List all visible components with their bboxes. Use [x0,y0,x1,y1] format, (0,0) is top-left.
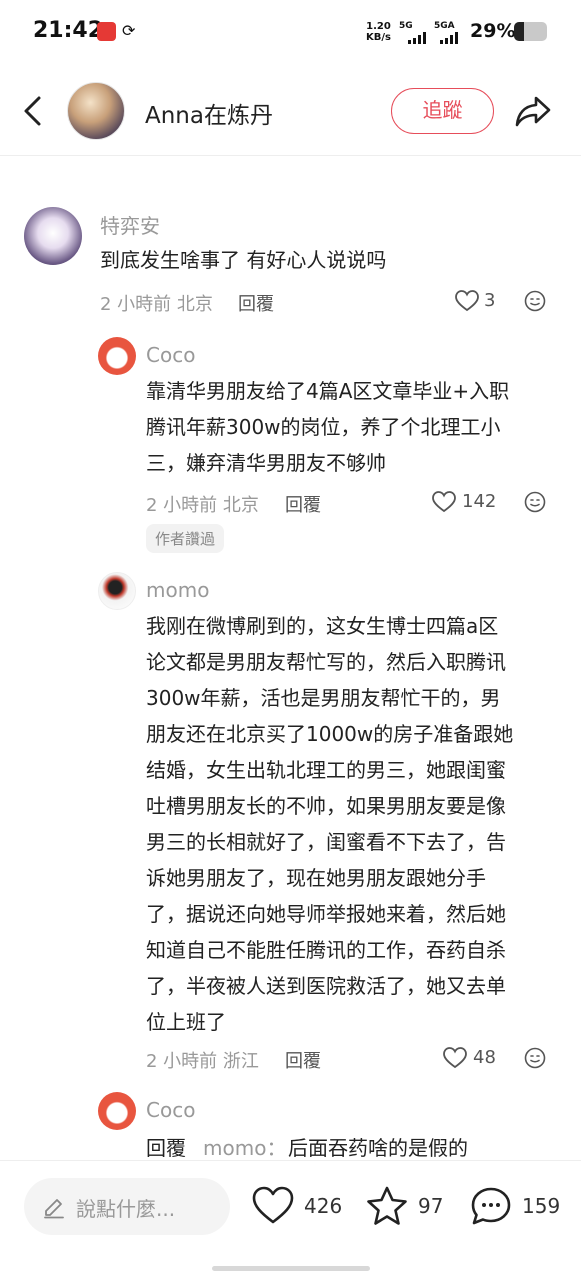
status-bar: 21:42 ⟳ 1.20 KB/s 5G 5GA 29% [0,0,581,66]
heart-icon [252,1186,294,1224]
comment-time-location: 2 小時前 浙江 [146,1051,259,1072]
comment-input[interactable]: 說點什麼... [24,1178,230,1235]
battery-percent: 29% [470,20,516,42]
comment-text-line[interactable]: 我刚在微博刷到的，这女生博士四篇a区 [146,608,498,644]
star-icon [367,1186,407,1225]
signal-icon [408,32,430,44]
comment-text-line[interactable]: 结婚，女生出轨北理工的男三，她跟闺蜜 [146,752,506,788]
pencil-icon [44,1199,64,1219]
like-icon[interactable] [443,1047,467,1069]
like-count-total: 426 [304,1194,343,1218]
comment-count: 159 [522,1194,561,1218]
network-speed: 1.20 KB/s [366,21,391,43]
network-speed-unit: KB/s [366,32,391,43]
share-icon[interactable] [514,92,552,130]
home-indicator[interactable] [212,1266,370,1271]
author-liked-badge: 作者讚過 [146,524,225,553]
note-header: Anna在炼丹 追蹤 [0,66,581,156]
comment-text-line[interactable]: 吐槽男朋友长的不帅，如果男朋友要是像 [146,788,506,824]
like-button[interactable]: 426 [252,1181,347,1231]
emoji-reaction-icon[interactable] [524,290,546,312]
collect-button[interactable]: 97 [366,1181,456,1231]
commenter-avatar[interactable] [98,1092,136,1130]
status-time: 21:42 [33,18,104,43]
reply-button[interactable]: 回覆 [238,290,274,316]
bottom-action-bar: 說點什麼... 426 97 159 [0,1160,581,1250]
comment-text-line[interactable]: 腾讯年薪300w的岗位，养了个北理工小 [146,409,501,445]
emoji-reaction-icon[interactable] [524,491,546,513]
collect-count: 97 [418,1194,444,1218]
comment-text[interactable]: 到底发生啥事了 有好心人说说吗 [100,242,386,278]
comment-text-line[interactable]: 了，半夜被人送到医院救活了，她又去单 [146,968,506,1004]
comment-text-line[interactable]: 朋友还在北京买了1000w的房子准备跟她 [146,716,513,752]
like-count: 48 [473,1047,496,1068]
network-speed-value: 1.20 [366,21,391,32]
author-avatar[interactable] [67,82,125,140]
comment-time-location: 2 小時前 北京 [146,495,259,516]
app-notification-icon [97,22,116,41]
comment-text-line[interactable]: 论文都是男朋友帮忙写的，然后入职腾讯 [146,644,506,680]
like-count: 3 [484,290,496,311]
comment-text-line[interactable]: 三，嫌弃清华男朋友不够帅 [146,445,386,481]
sync-icon: ⟳ [122,21,136,40]
comment-text-line[interactable]: 诉她男朋友了，现在她男朋友跟她分手 [146,860,486,896]
emoji-reaction-icon[interactable] [524,1047,546,1069]
commenter-name[interactable]: Coco [146,1098,195,1122]
battery-fill [514,22,524,41]
comment-text-line[interactable]: 位上班了 [146,1004,226,1040]
network-type-1: 5G [399,21,413,31]
commenter-name[interactable]: Coco [146,343,195,367]
battery-icon [514,22,547,41]
author-name[interactable]: Anna在炼丹 [145,96,273,130]
commenter-avatar[interactable] [24,207,82,265]
reply-button[interactable]: 回覆 [285,1047,321,1073]
reply-button[interactable]: 回覆 [285,491,321,517]
comment-time-location: 2 小時前 北京 [100,294,213,315]
comment-text-line[interactable]: 男三的长相就好了，闺蜜看不下去了，告 [146,824,506,860]
comment-text-line[interactable]: 靠清华男朋友给了4篇A区文章毕业+入职 [146,373,509,409]
comment-text-line[interactable]: 知道自己不能胜任腾讯的工作，吞药自杀 [146,932,506,968]
comment-text-line[interactable]: 了，据说还向她导师举报她来着，然后她 [146,896,506,932]
commenter-name[interactable]: 特弈安 [100,210,160,239]
signal-icon-2 [440,32,464,44]
comment-bubble-icon [471,1187,511,1225]
back-arrow-icon[interactable] [16,93,52,129]
like-icon[interactable] [455,290,479,312]
commenter-name[interactable]: momo [146,578,209,602]
like-icon[interactable] [432,491,456,513]
comment-text-line[interactable]: 300w年薪，活也是男朋友帮忙干的，男 [146,680,501,716]
commenter-avatar[interactable] [98,337,136,375]
comment-placeholder: 說點什麼... [76,1197,176,1221]
like-count: 142 [462,491,497,512]
comments-button[interactable]: 159 [470,1181,570,1231]
follow-button[interactable]: 追蹤 [391,88,494,134]
network-type-2: 5GA [434,21,455,31]
commenter-avatar[interactable] [98,572,136,610]
